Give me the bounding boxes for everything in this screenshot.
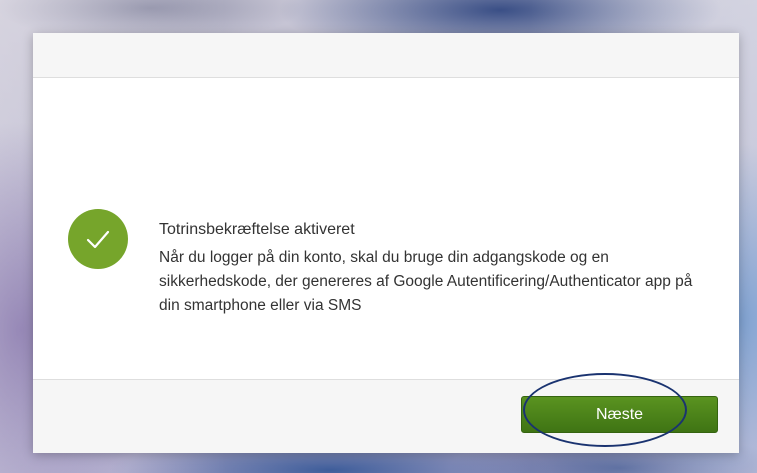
dialog-body: Totrinsbekræftelse aktiveret Når du logg… bbox=[33, 78, 739, 379]
checkmark-icon bbox=[86, 230, 110, 249]
two-step-verification-dialog: Totrinsbekræftelse aktiveret Når du logg… bbox=[33, 33, 739, 453]
dialog-message: Når du logger på din konto, skal du brug… bbox=[159, 249, 693, 314]
success-checkmark-icon bbox=[68, 209, 128, 269]
dialog-header bbox=[33, 33, 739, 78]
next-button[interactable]: Næste bbox=[521, 396, 718, 433]
dialog-footer: Næste bbox=[33, 379, 739, 453]
dialog-title: Totrinsbekræftelse aktiveret bbox=[159, 221, 355, 238]
